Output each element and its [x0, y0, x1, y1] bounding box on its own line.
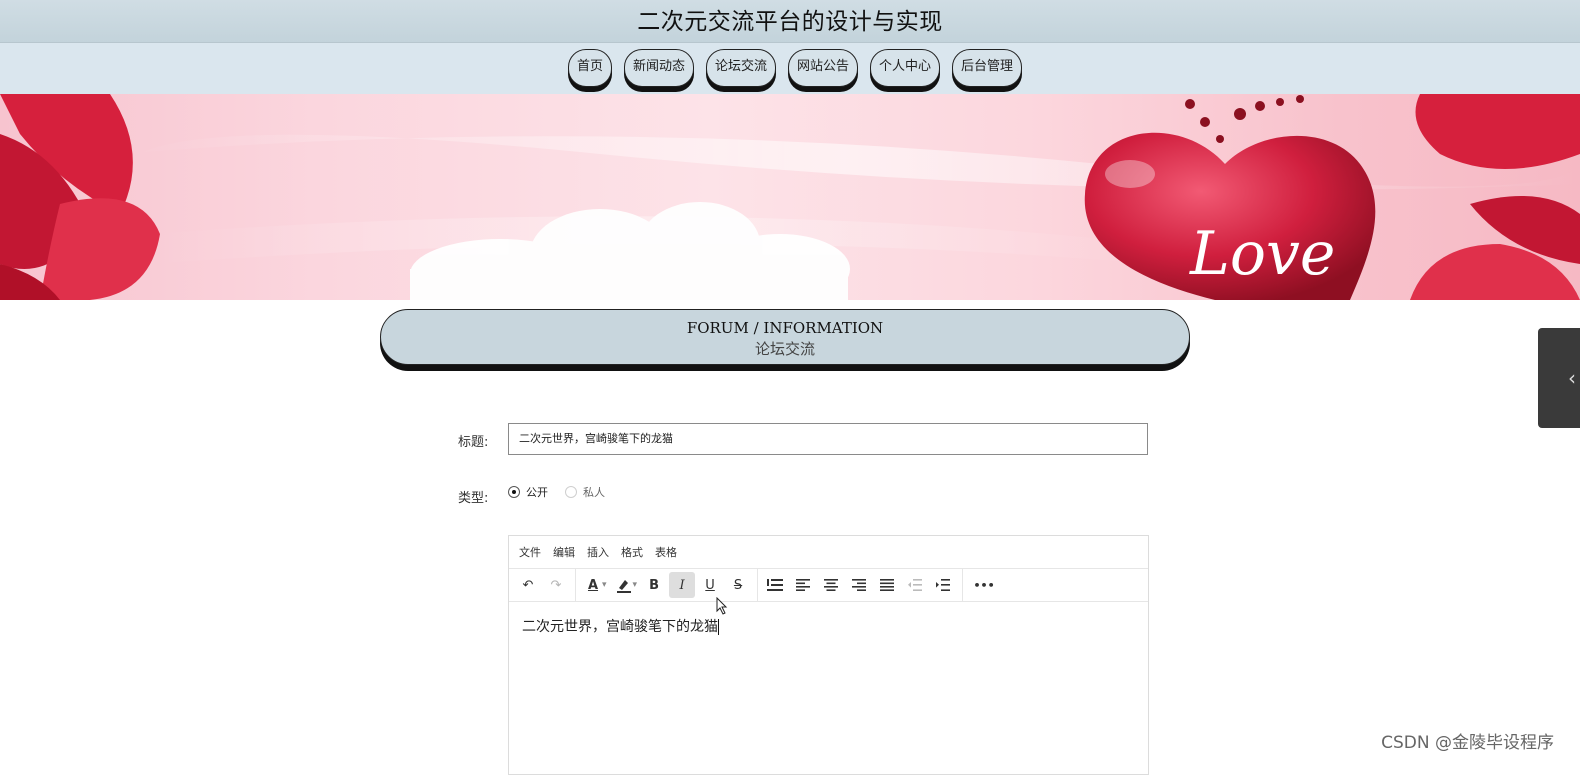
line-height-icon[interactable] [762, 572, 788, 598]
editor-content[interactable]: 二次元世界，宫崎骏笔下的龙猫 [509, 602, 1148, 650]
strikethrough-icon[interactable]: S [725, 572, 751, 598]
chevron-left-icon: ‹ [1568, 366, 1576, 390]
rich-text-editor: 文件 编辑 插入 格式 表格 ↶ ↷ A ▾ ▾ B I U S ••• 二次元… [508, 535, 1149, 775]
menu-file[interactable]: 文件 [519, 544, 541, 560]
radio-private[interactable] [565, 486, 577, 498]
editor-text[interactable]: 二次元世界，宫崎骏笔下的龙猫 [522, 619, 718, 635]
text-caret [718, 619, 719, 635]
banner-love-text: Love [1189, 219, 1335, 289]
type-label: 类型: [458, 491, 489, 506]
mouse-cursor-icon [716, 597, 728, 615]
radio-public-label[interactable]: 公开 [526, 484, 548, 500]
toolbar-divider [575, 569, 576, 601]
title-input[interactable]: 二次元世界，宫崎骏笔下的龙猫 [508, 423, 1148, 455]
indent-icon[interactable] [930, 572, 956, 598]
section-title-cn: 论坛交流 [754, 340, 815, 358]
nav-home[interactable]: 首页 [567, 49, 612, 87]
heart-graphic: Love [1084, 132, 1376, 300]
hero-banner: Love [0, 94, 1580, 300]
main-nav: 首页 新闻动态 论坛交流 网站公告 个人中心 后台管理 [0, 43, 1580, 94]
editor-menubar: 文件 编辑 插入 格式 表格 [509, 536, 1148, 569]
toolbar-divider [757, 569, 759, 601]
undo-icon[interactable]: ↶ [515, 572, 541, 598]
petals-left [0, 94, 160, 300]
editor-toolbar: ↶ ↷ A ▾ ▾ B I U S ••• [509, 569, 1148, 602]
section-header: FORUM / INFORMATION 论坛交流 [380, 309, 1190, 365]
highlight-dropdown-icon[interactable]: ▾ [633, 580, 638, 590]
menu-insert[interactable]: 插入 [587, 544, 609, 560]
nav-admin[interactable]: 后台管理 [952, 49, 1023, 87]
site-title: 二次元交流平台的设计与实现 [637, 9, 943, 35]
more-icon[interactable]: ••• [967, 572, 1001, 598]
nav-profile[interactable]: 个人中心 [870, 49, 941, 87]
bold-icon[interactable]: B [641, 572, 667, 598]
watermark-text: CSDN @金陵毕设程序 [1381, 733, 1554, 753]
align-right-icon[interactable] [846, 572, 872, 598]
underline-icon[interactable]: U [697, 572, 723, 598]
type-radio-group: 公开 私人 [508, 484, 605, 500]
radio-private-label[interactable]: 私人 [583, 484, 605, 500]
site-header: 二次元交流平台的设计与实现 [0, 0, 1580, 43]
nav-notice[interactable]: 网站公告 [788, 49, 859, 87]
petals-right [1410, 94, 1580, 300]
nav-list: 首页 新闻动态 论坛交流 网站公告 个人中心 后台管理 [0, 49, 1580, 87]
title-label: 标题: [458, 435, 489, 450]
menu-format[interactable]: 格式 [621, 544, 643, 560]
menu-table[interactable]: 表格 [655, 544, 677, 560]
radio-public[interactable] [508, 486, 520, 498]
banner-artwork: Love [0, 94, 1580, 300]
align-left-icon[interactable] [790, 572, 816, 598]
italic-icon[interactable]: I [669, 572, 696, 598]
nav-forum[interactable]: 论坛交流 [705, 49, 776, 87]
side-panel-toggle[interactable]: ‹ [1538, 328, 1580, 428]
menu-edit[interactable]: 编辑 [553, 544, 575, 560]
redo-icon[interactable]: ↷ [543, 572, 569, 598]
outdent-icon[interactable] [902, 572, 928, 598]
nav-news[interactable]: 新闻动态 [623, 49, 694, 87]
toolbar-divider [962, 569, 964, 601]
cloud-graphic [410, 202, 850, 300]
sparkle-strand [1185, 95, 1304, 143]
align-center-icon[interactable] [818, 572, 844, 598]
font-color-dropdown-icon[interactable]: ▾ [602, 580, 607, 590]
section-title-en: FORUM / INFORMATION [686, 319, 884, 337]
align-justify-icon[interactable] [874, 572, 900, 598]
